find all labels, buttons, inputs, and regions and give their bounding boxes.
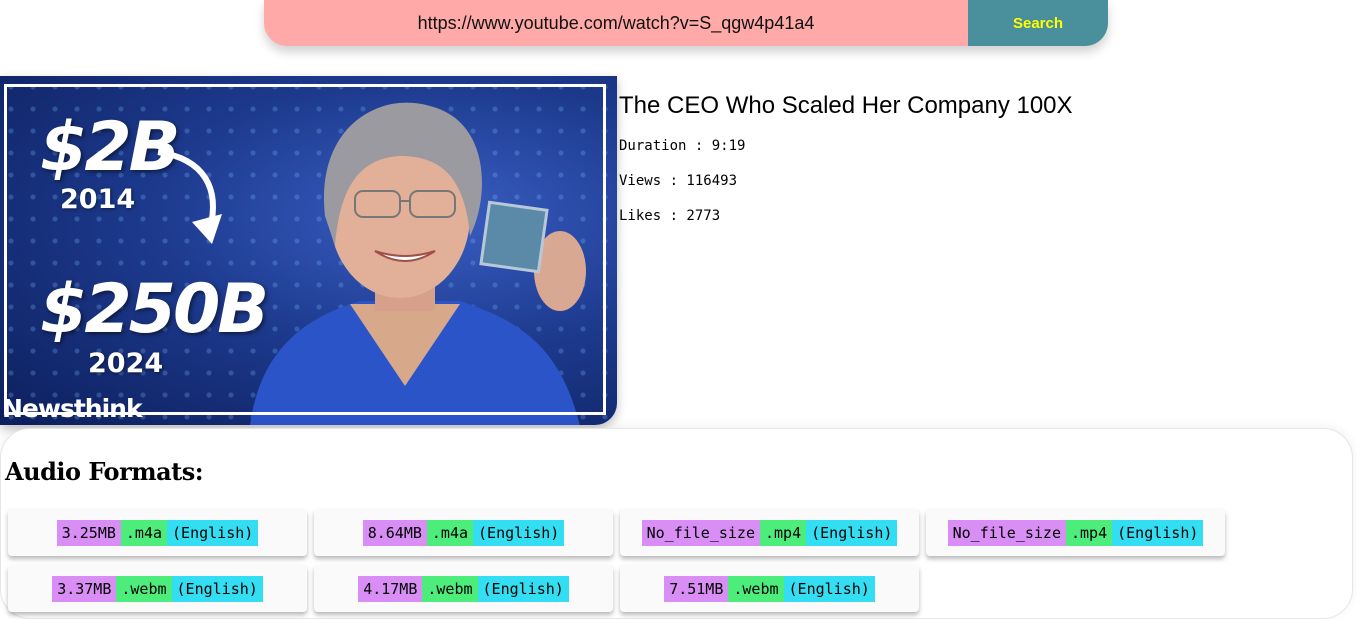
arrow-icon	[157, 149, 222, 244]
audio-format-option[interactable]: 8.64MB .m4a (English)	[314, 509, 613, 556]
thumbnail-year-bottom: 2024	[88, 348, 164, 379]
audio-format-option[interactable]: No_file_size .mp4 (English)	[620, 509, 919, 556]
file-extension: .webm	[728, 575, 784, 602]
audio-language: (English)	[473, 519, 565, 546]
file-size: 7.51MB	[664, 575, 729, 602]
audio-language: (English)	[167, 519, 259, 546]
url-input[interactable]	[264, 0, 968, 46]
file-extension: .m4a	[120, 519, 168, 546]
file-size: 4.17MB	[358, 575, 423, 602]
audio-language: (English)	[171, 575, 263, 602]
search-button[interactable]: Search	[968, 0, 1108, 46]
file-extension: .mp4	[1065, 519, 1113, 546]
audio-language: (English)	[783, 575, 875, 602]
audio-format-option[interactable]: 4.17MB .webm (English)	[314, 565, 613, 612]
file-size: No_file_size	[947, 519, 1066, 546]
file-size: 8.64MB	[362, 519, 427, 546]
audio-format-option[interactable]: 3.37MB .webm (English)	[8, 565, 307, 612]
audio-format-option[interactable]: No_file_size .mp4 (English)	[926, 509, 1225, 556]
search-bar: Search	[264, 0, 1108, 46]
video-duration: Duration : 9:19	[619, 138, 746, 154]
audio-formats-panel: Audio Formats: 3.25MB .m4a (English) 8.64M…	[0, 428, 1353, 619]
thumbnail-value-bottom: $250B	[40, 270, 269, 349]
file-size: No_file_size	[641, 519, 760, 546]
file-extension: .webm	[116, 575, 172, 602]
video-title: The CEO Who Scaled Her Company 100X	[619, 92, 1073, 119]
audio-language: (English)	[1112, 519, 1204, 546]
channel-logo: Newsthink	[2, 394, 143, 423]
video-likes: Likes : 2773	[619, 208, 721, 224]
file-extension: .mp4	[759, 519, 807, 546]
audio-format-option[interactable]: 7.51MB .webm (English)	[620, 565, 919, 612]
audio-language: (English)	[477, 575, 569, 602]
audio-language: (English)	[806, 519, 898, 546]
file-size: 3.25MB	[56, 519, 121, 546]
file-extension: .webm	[422, 575, 478, 602]
audio-format-option[interactable]: 3.25MB .m4a (English)	[8, 509, 307, 556]
video-thumbnail: $2B 2014 $250B 2024 Newsthink	[0, 76, 617, 425]
file-size: 3.37MB	[52, 575, 117, 602]
audio-formats-heading: Audio Formats:	[5, 457, 204, 486]
video-views: Views : 116493	[619, 173, 738, 189]
file-extension: .m4a	[426, 519, 474, 546]
thumbnail-year-top: 2014	[60, 184, 136, 215]
